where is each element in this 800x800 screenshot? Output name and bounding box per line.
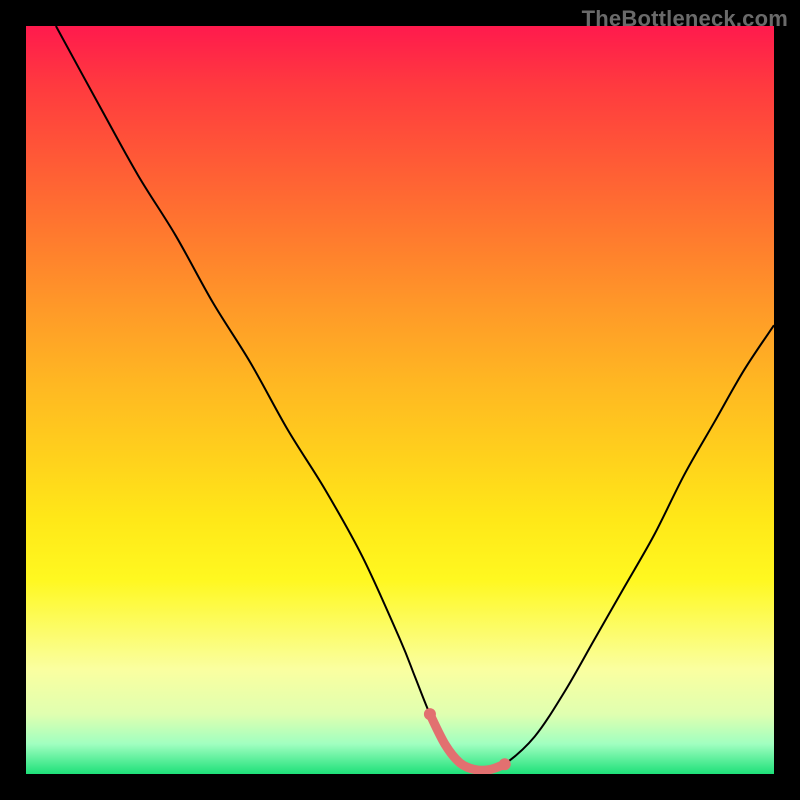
- highlight-dot-right: [499, 758, 511, 770]
- highlight-dot-left: [424, 708, 436, 720]
- bottleneck-curve: [56, 26, 774, 770]
- curve-svg: [26, 26, 774, 774]
- watermark-text: TheBottleneck.com: [582, 6, 788, 32]
- plot-area: [26, 26, 774, 774]
- chart-container: TheBottleneck.com: [0, 0, 800, 800]
- bottom-highlight: [430, 714, 505, 770]
